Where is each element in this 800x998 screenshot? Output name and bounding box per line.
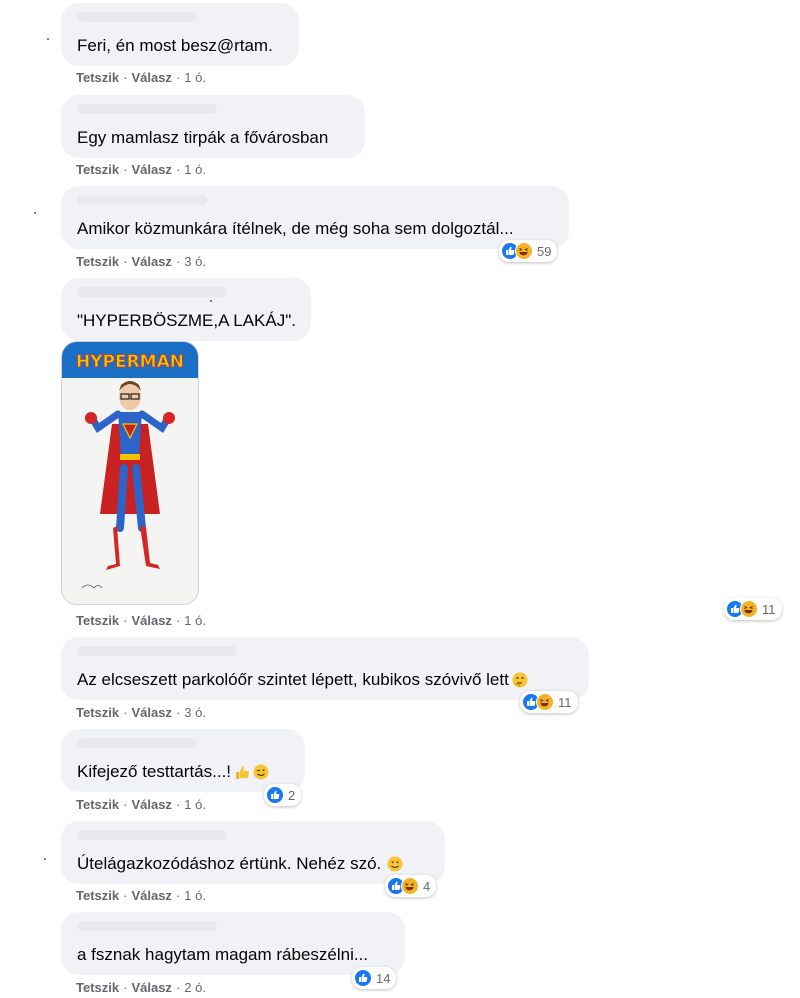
comment-text: Feri, én most besz@rtam.	[77, 36, 273, 55]
hyperman-illustration: HYPERMAN	[62, 342, 198, 589]
reaction-count: 14	[376, 970, 391, 986]
comment-actions: Tetszik · Válasz · 2 ó.	[76, 980, 206, 995]
reaction-summary[interactable]: 11	[724, 598, 782, 620]
comment-bubble: "HYPERBÖSZME,A LAKÁJ".	[61, 278, 311, 341]
author-name-redacted[interactable]	[77, 738, 197, 748]
haha-reaction-icon	[740, 600, 758, 618]
author-name-redacted[interactable]	[77, 287, 227, 297]
reaction-summary[interactable]: 2	[264, 784, 302, 806]
speck	[34, 212, 36, 214]
like-link[interactable]: Tetszik	[76, 613, 119, 628]
reply-link[interactable]: Válasz	[131, 705, 171, 720]
timestamp[interactable]: 3 ó.	[184, 254, 206, 269]
timestamp[interactable]: 1 ó.	[184, 888, 206, 903]
haha-reaction-icon	[536, 693, 554, 711]
comment-text: Kifejező testtartás...!	[77, 762, 269, 785]
reply-link[interactable]: Válasz	[131, 162, 171, 177]
reply-link[interactable]: Válasz	[131, 613, 171, 628]
like-link[interactable]: Tetszik	[76, 980, 119, 995]
comment-actions: Tetszik · Válasz · 1 ó.	[76, 888, 206, 903]
author-name-redacted[interactable]	[77, 12, 197, 22]
author-name-redacted[interactable]	[77, 195, 207, 205]
hyperman-image[interactable]: HYPERMAN	[61, 341, 199, 605]
reaction-count: 59	[537, 243, 552, 259]
like-link[interactable]: Tetszik	[76, 888, 119, 903]
like-link[interactable]: Tetszik	[76, 254, 119, 269]
reaction-count: 4	[423, 878, 431, 894]
speck	[210, 300, 212, 302]
thinking-emoji-icon	[512, 672, 528, 693]
timestamp[interactable]: 1 ó.	[184, 797, 206, 812]
comment-bubble: Egy mamlasz tirpák a fővárosban	[61, 95, 365, 158]
reaction-summary[interactable]: 14	[352, 967, 397, 989]
comment-actions: Tetszik · Válasz · 1 ó.	[76, 797, 206, 812]
author-name-redacted[interactable]	[77, 104, 217, 114]
image-title: HYPERMAN	[76, 352, 184, 372]
timestamp[interactable]: 1 ó.	[184, 162, 206, 177]
reply-link[interactable]: Válasz	[131, 797, 171, 812]
like-link[interactable]: Tetszik	[76, 705, 119, 720]
author-name-redacted[interactable]	[77, 921, 217, 931]
author-name-redacted[interactable]	[77, 646, 237, 656]
comment-bubble: a fsznak hagytam magam rábeszélni...	[61, 912, 405, 975]
timestamp[interactable]: 2 ó.	[184, 980, 206, 995]
reaction-summary[interactable]: 59	[499, 240, 558, 262]
like-reaction-icon	[266, 786, 284, 804]
timestamp[interactable]: 1 ó.	[184, 613, 206, 628]
comment-actions: Tetszik · Válasz · 1 ó.	[76, 613, 206, 628]
reply-link[interactable]: Válasz	[131, 980, 171, 995]
comment-text: a fsznak hagytam magam rábeszélni...	[77, 945, 369, 964]
reply-link[interactable]: Válasz	[131, 70, 171, 85]
comment-bubble: Amikor közmunkára ítélnek, de még soha s…	[61, 186, 569, 249]
comment-text: Az elcseszett parkolóőr szintet lépett, …	[77, 670, 528, 693]
comment-bubble: Útelágazkozódáshoz értünk. Nehéz szó.	[61, 821, 445, 884]
comment-actions: Tetszik · Válasz · 1 ó.	[76, 162, 206, 177]
like-link[interactable]: Tetszik	[76, 797, 119, 812]
timestamp[interactable]: 1 ó.	[184, 70, 206, 85]
comment-text: "HYPERBÖSZME,A LAKÁJ".	[77, 311, 296, 330]
smile-emoji-icon	[387, 856, 403, 877]
like-link[interactable]: Tetszik	[76, 70, 119, 85]
reply-link[interactable]: Válasz	[131, 888, 171, 903]
comment-actions: Tetszik · Válasz · 3 ó.	[76, 705, 206, 720]
reaction-count: 2	[288, 787, 296, 803]
haha-reaction-icon	[515, 242, 533, 260]
comment-text: Egy mamlasz tirpák a fővárosban	[77, 128, 329, 147]
like-link[interactable]: Tetszik	[76, 162, 119, 177]
comment-actions: Tetszik · Válasz · 1 ó.	[76, 70, 206, 85]
reply-link[interactable]: Válasz	[131, 254, 171, 269]
wink-emoji-icon	[253, 764, 269, 785]
thumbs-up-emoji-icon	[234, 764, 250, 785]
reaction-count: 11	[762, 601, 776, 617]
comment-bubble: Az elcseszett parkolóőr szintet lépett, …	[61, 637, 589, 700]
comment-text: Útelágazkozódáshoz értünk. Nehéz szó.	[77, 854, 403, 877]
reaction-summary[interactable]: 11	[520, 691, 578, 713]
comment-actions: Tetszik · Válasz · 3 ó.	[76, 254, 206, 269]
timestamp[interactable]: 3 ó.	[184, 705, 206, 720]
speck	[44, 858, 46, 860]
author-name-redacted[interactable]	[77, 830, 227, 840]
like-reaction-icon	[354, 969, 372, 987]
comment-bubble: Kifejező testtartás...!	[61, 729, 305, 792]
haha-reaction-icon	[401, 877, 419, 895]
reaction-count: 11	[558, 694, 572, 710]
comment-text: Amikor közmunkára ítélnek, de még soha s…	[77, 219, 514, 238]
speck	[47, 38, 49, 40]
comment-bubble: Feri, én most besz@rtam.	[61, 3, 299, 66]
reaction-summary[interactable]: 4	[385, 875, 437, 897]
